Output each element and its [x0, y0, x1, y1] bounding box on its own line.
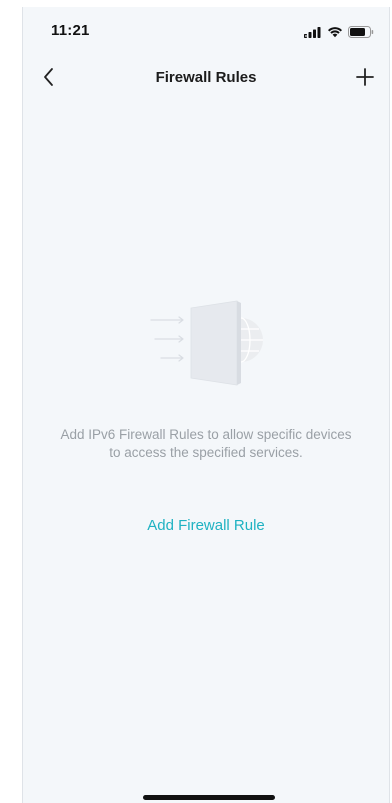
- firewall-illustration-icon: [143, 293, 283, 393]
- add-firewall-rule-link[interactable]: Add Firewall Rule: [23, 517, 389, 534]
- status-bar: 11:21: [23, 7, 389, 53]
- cellular-signal-icon: [304, 25, 322, 43]
- status-icons: [304, 25, 374, 43]
- status-time: 11:21: [51, 22, 90, 39]
- navigation-bar: Firewall Rules: [23, 57, 389, 101]
- empty-state-message: Add IPv6 Firewall Rules to allow specifi…: [43, 426, 369, 462]
- empty-state-message-line-2: to access the specified services.: [109, 445, 303, 460]
- page-title: Firewall Rules: [155, 69, 257, 86]
- wifi-icon: [327, 25, 343, 43]
- battery-icon: [348, 25, 374, 43]
- app-screen: 11:21 Firewall Rules Add IPv6 Firewall R…: [22, 7, 390, 803]
- add-rule-button[interactable]: [347, 61, 383, 97]
- empty-state-message-line-1: Add IPv6 Firewall Rules to allow specifi…: [60, 427, 352, 442]
- home-indicator: [143, 795, 275, 800]
- plus-icon: [355, 67, 375, 92]
